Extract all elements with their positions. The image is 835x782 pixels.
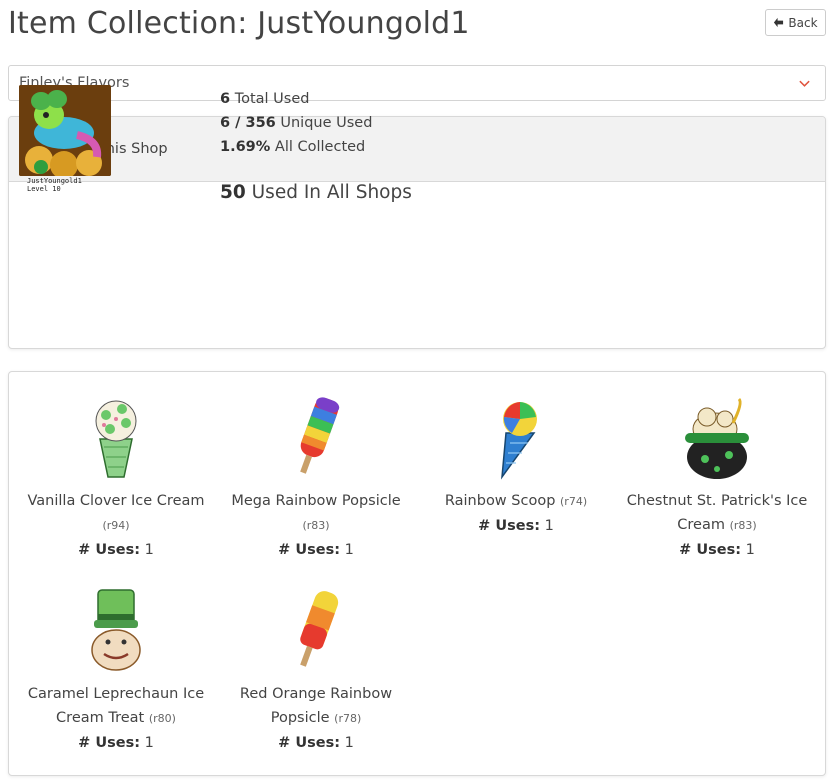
red-orange-popsicle-icon — [300, 591, 339, 667]
leprechaun-ice-cream-icon — [91, 589, 141, 671]
item-rarity: (r83) — [729, 519, 757, 532]
avatar: JustYoungold1 Level 10 — [19, 85, 111, 193]
item-card[interactable]: Chestnut St. Patrick's Ice Cream (r83) #… — [617, 393, 817, 562]
item-name: Chestnut St. Patrick's Ice Cream — [626, 493, 808, 533]
page-title: Item Collection: JustYoungold1 — [8, 6, 470, 41]
item-card[interactable]: Caramel Leprechaun Ice Cream Treat (r80)… — [16, 586, 216, 755]
item-rarity: (r78) — [334, 712, 362, 725]
item-rarity: (r80) — [148, 712, 176, 725]
item-uses: # Uses: 1 — [278, 542, 354, 558]
rainbow-popsicle-icon — [300, 397, 340, 474]
item-card[interactable]: Vanilla Clover Ice Cream (r94) # Uses: 1 — [16, 393, 216, 562]
item-name: Red Orange Rainbow Popsicle — [239, 686, 393, 726]
item-uses: # Uses: 1 — [78, 735, 154, 751]
avatar-image — [19, 85, 111, 176]
rainbow-scoop-cone-icon — [501, 402, 537, 480]
unique-used-stat: 6 / 356 Unique Used — [220, 115, 373, 131]
back-button[interactable]: Back — [765, 9, 826, 36]
item-uses: # Uses: 1 — [679, 542, 755, 558]
item-name: Rainbow Scoop — [444, 493, 556, 509]
item-card[interactable]: Mega Rainbow Popsicle (r83) # Uses: 1 — [216, 393, 416, 562]
back-button-label: Back — [788, 15, 818, 30]
item-uses: # Uses: 1 — [478, 518, 554, 534]
stats-card: Stats For This Shop — [8, 116, 826, 349]
item-name: Mega Rainbow Popsicle — [231, 493, 401, 509]
item-uses: # Uses: 1 — [278, 735, 354, 751]
avatar-level: Level 10 — [27, 185, 61, 193]
item-uses: # Uses: 1 — [78, 542, 154, 558]
arrow-left-icon — [774, 17, 784, 28]
shop-select[interactable]: Finley's Flavors — [8, 65, 826, 101]
avatar-caption: JustYoungold1 Level 10 — [27, 177, 111, 193]
cauldron-ice-cream-icon — [685, 397, 749, 479]
item-card[interactable]: Rainbow Scoop (r74) # Uses: 1 — [416, 393, 616, 538]
item-name: Caramel Leprechaun Ice Cream Treat — [27, 686, 205, 726]
total-used-stat: 6 Total Used — [220, 91, 310, 107]
item-rarity: (r83) — [302, 519, 330, 532]
all-collected-stat: 1.69% All Collected — [220, 139, 366, 155]
all-shops-stat: 50 Used In All Shops — [220, 182, 412, 203]
item-rarity: (r74) — [560, 495, 588, 508]
clover-ice-cream-cone-icon — [95, 400, 137, 478]
stats-card-header: Stats For This Shop — [9, 117, 825, 182]
stats-lines: 6 Total Used 6 / 356 Unique Used 1.69% A… — [220, 87, 372, 159]
chevron-down-icon — [799, 80, 810, 87]
item-card[interactable]: Red Orange Rainbow Popsicle (r78) # Uses… — [216, 586, 416, 755]
item-rarity: (r94) — [102, 519, 130, 532]
item-name: Vanilla Clover Ice Cream — [27, 493, 205, 509]
avatar-username: JustYoungold1 — [27, 177, 82, 185]
